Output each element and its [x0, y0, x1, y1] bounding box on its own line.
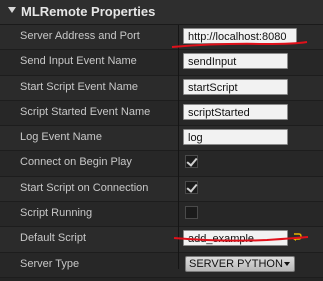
property-label: Default Script: [20, 232, 87, 245]
start-script-on-connection-checkbox[interactable]: [185, 180, 198, 194]
property-row-start-script-on-connection: Start Script on Connection: [0, 176, 323, 203]
property-label: Script Running: [20, 207, 93, 220]
collapse-arrow-icon[interactable]: [8, 7, 16, 13]
property-row-connect-on-begin-play: Connect on Begin Play: [0, 151, 323, 177]
property-label: Send Input Event Name: [20, 55, 137, 68]
server-type-selected: SERVER PYTHON: [189, 257, 283, 270]
property-label: Server Address and Port: [20, 30, 140, 42]
property-row-start-script-event: Start Script Event Name startScript: [0, 75, 323, 101]
property-row-server-type: Server Type SERVER PYTHON: [0, 252, 323, 278]
send-input-event-input[interactable]: sendInput: [183, 53, 288, 70]
property-row-send-input-event: Send Input Event Name sendInput: [0, 50, 323, 76]
property-label: Server Type: [20, 257, 80, 270]
log-event-input[interactable]: log: [183, 129, 288, 146]
server-type-dropdown[interactable]: SERVER PYTHON: [185, 255, 295, 272]
checkmark-icon: [186, 181, 198, 193]
property-label: Start Script on Connection: [20, 181, 149, 194]
property-row-default-script: Default Script add_example: [0, 227, 323, 253]
checkmark-icon: [186, 155, 198, 168]
script-running-checkbox[interactable]: [185, 206, 198, 220]
property-label: Connect on Begin Play: [20, 156, 132, 169]
default-script-input[interactable]: add_example: [183, 230, 288, 247]
chevron-down-icon: [284, 261, 290, 266]
property-row-script-running: Script Running: [0, 202, 323, 228]
panel-title: MLRemote Properties: [21, 4, 156, 19]
connect-on-begin-play-checkbox[interactable]: [185, 155, 198, 169]
property-list: Server Address and Port http://localhost…: [0, 25, 323, 278]
property-row-log-event: Log Event Name log: [0, 126, 323, 152]
property-label: Script Started Event Name: [20, 105, 151, 118]
panel-header[interactable]: MLRemote Properties: [0, 0, 323, 25]
script-started-event-input[interactable]: scriptStarted: [183, 103, 288, 120]
column-divider[interactable]: [178, 25, 179, 269]
property-label: Log Event Name: [20, 131, 102, 144]
start-script-event-input[interactable]: startScript: [183, 78, 288, 95]
property-row-script-started-event: Script Started Event Name scriptStarted: [0, 100, 323, 127]
property-label: Start Script Event Name: [20, 80, 138, 93]
property-row-server-address: Server Address and Port http://localhost…: [0, 25, 323, 51]
server-address-input[interactable]: http://localhost:8080: [183, 28, 297, 44]
reset-to-default-icon[interactable]: [293, 233, 302, 242]
